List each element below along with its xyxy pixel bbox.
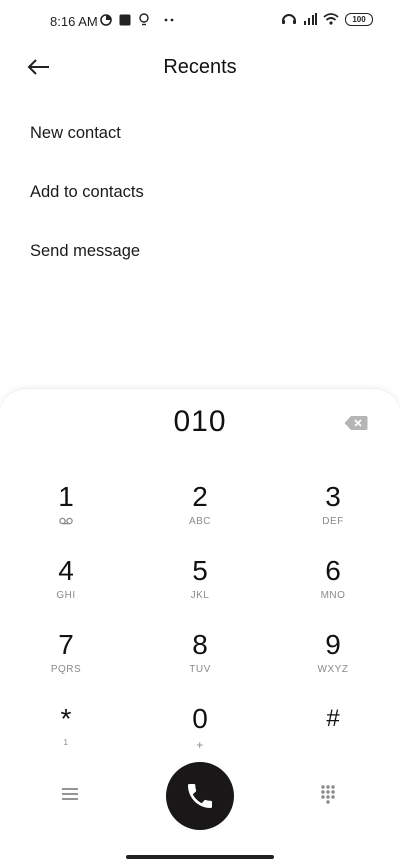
- page-title: Recents: [163, 56, 237, 78]
- home-indicator[interactable]: [126, 855, 274, 859]
- key-digit: 9: [325, 629, 341, 660]
- key-5[interactable]: 5 JKL: [150, 555, 250, 621]
- key-1[interactable]: 1: [16, 481, 116, 547]
- hamburger-menu-icon: [62, 788, 78, 800]
- battery-icon: 100: [345, 12, 373, 26]
- headset-icon: [282, 14, 296, 24]
- key-letters: +: [196, 738, 204, 752]
- key-digit: 5: [192, 555, 208, 586]
- status-right-icons: 100: [281, 12, 373, 26]
- key-digit: *: [60, 703, 72, 734]
- key-digit: #: [326, 705, 340, 732]
- key-digit: 8: [192, 629, 208, 660]
- wifi-icon: [323, 13, 339, 25]
- send-message-option[interactable]: Send message: [0, 222, 400, 281]
- key-letters: JKL: [190, 590, 210, 601]
- more-dots-icon: [164, 18, 174, 21]
- backspace-button[interactable]: [344, 415, 368, 431]
- key-letters: MNO: [320, 590, 346, 601]
- dialer-bottom-bar: [0, 762, 400, 844]
- new-contact-option[interactable]: New contact: [0, 104, 400, 163]
- dialpad-grid-icon: [321, 785, 335, 804]
- key-letters: ABC: [188, 516, 212, 527]
- key-6[interactable]: 6 MNO: [283, 555, 383, 621]
- key-9[interactable]: 9 WXYZ: [283, 629, 383, 695]
- key-letters: WXYZ: [317, 664, 349, 675]
- phone-icon: [188, 784, 212, 808]
- dialpad-toggle-button[interactable]: [320, 784, 336, 804]
- voicemail-icon: [16, 516, 116, 528]
- bulb-icon: [139, 13, 149, 26]
- key-letters: TUV: [189, 664, 211, 675]
- key-8[interactable]: 8 TUV: [150, 629, 250, 695]
- key-digit: 1: [58, 481, 74, 512]
- key-letters: DEF: [322, 516, 344, 527]
- key-7[interactable]: 7 PQRS: [16, 629, 116, 695]
- key-digit: 7: [58, 629, 74, 660]
- key-2[interactable]: 2 ABC: [150, 481, 250, 547]
- key-digit: 4: [58, 555, 74, 586]
- key-4[interactable]: 4 GHI: [16, 555, 116, 621]
- key-letters: 1: [63, 738, 69, 747]
- key-letters: GHI: [56, 590, 76, 601]
- status-left-icons: [100, 13, 177, 26]
- key-digit: 2: [192, 481, 208, 512]
- key-digit: 0: [192, 703, 208, 734]
- key-0[interactable]: 0 +: [150, 703, 250, 769]
- status-time: 8:16 AM: [50, 14, 98, 29]
- dialed-number: 010: [173, 405, 227, 438]
- backspace-icon: [344, 416, 368, 430]
- key-star[interactable]: * 1: [16, 703, 116, 769]
- call-button[interactable]: [166, 762, 234, 830]
- add-to-contacts-option[interactable]: Add to contacts: [0, 163, 400, 222]
- key-digit: 3: [325, 481, 341, 512]
- key-letters: PQRS: [50, 664, 82, 675]
- key-3[interactable]: 3 DEF: [283, 481, 383, 547]
- data-saver-icon: [100, 13, 112, 26]
- app-header: Recents: [0, 44, 400, 92]
- key-hash[interactable]: #: [283, 703, 383, 769]
- options-list: New contact Add to contacts Send message: [0, 104, 400, 281]
- status-bar: 8:16 AM 100: [0, 0, 400, 44]
- signal-icon: [304, 13, 317, 25]
- key-digit: 6: [325, 555, 341, 586]
- square-app-icon: [119, 14, 131, 25]
- menu-button[interactable]: [60, 786, 80, 802]
